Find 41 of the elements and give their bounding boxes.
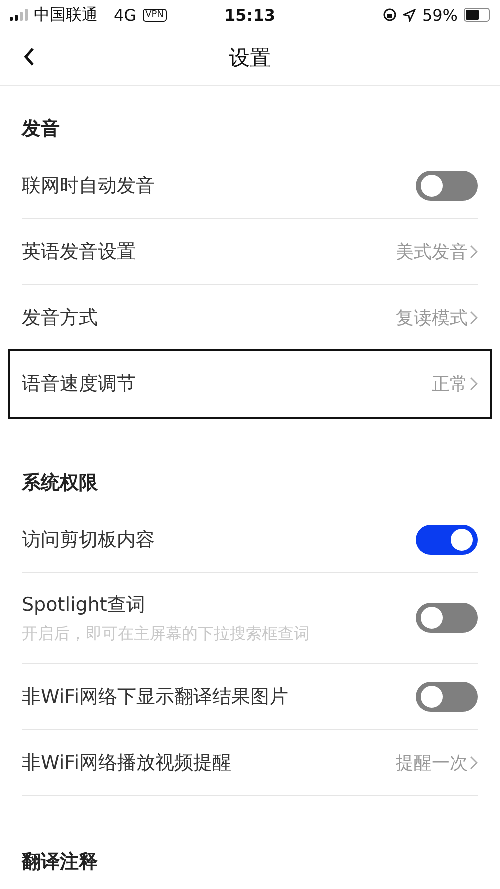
settings-row[interactable]: 联网时自动发音 [22,153,478,219]
settings-row[interactable]: 非WiFi网络播放视频提醒 提醒一次 [22,730,478,796]
row-label: 语音速度调节 [22,372,137,396]
vpn-badge: VPN [142,8,167,22]
toggle-switch[interactable] [416,603,478,633]
settings-row[interactable]: 语音速度调节 正常 [10,351,490,417]
section-title: 翻译注释 [20,850,99,875]
row-label: 联网时自动发音 [22,174,156,198]
location-arrow-icon [403,8,416,22]
row-label: 非WiFi网络播放视频提醒 [22,750,232,776]
carrier-name: 中国联通 [34,4,98,26]
chevron-icon [470,756,478,770]
battery-percent: 59% [422,6,458,24]
chevron-icon [470,244,478,258]
back-icon [23,47,35,67]
clock: 15:13 [224,6,276,25]
rotation-lock-icon [383,8,398,22]
row-label: 非WiFi网络下显示翻译结果图片 [22,684,290,710]
page-title: 设置 [229,44,271,72]
toggle-switch[interactable] [416,170,478,200]
battery-icon [464,8,490,22]
row-label: Spotlight查词 [22,592,146,618]
settings-row[interactable]: 发音方式 复读模式 [22,285,478,351]
signal-icon [10,9,28,21]
row-label: 访问剪切板内容 [22,528,156,552]
row-value: 复读模式 [396,306,468,330]
toggle-switch[interactable] [416,524,478,554]
chevron-icon [470,376,478,390]
row-value: 正常 [432,372,468,396]
network-type: 4G [114,6,137,24]
settings-row[interactable]: 非WiFi网络下显示翻译结果图片 [22,664,478,730]
row-value: 提醒一次 [396,752,468,774]
section-title: 系统权限 [20,471,99,496]
row-value: 美式发音 [396,240,468,264]
section-title: 发音 [20,117,61,142]
chevron-icon [470,310,478,324]
row-label: 发音方式 [22,306,99,330]
toggle-switch[interactable] [416,682,478,712]
settings-row[interactable]: 访问剪切板内容 [22,507,478,573]
row-label: 英语发音设置 [22,240,137,264]
settings-row[interactable]: 英语发音设置 美式发音 [22,219,478,285]
